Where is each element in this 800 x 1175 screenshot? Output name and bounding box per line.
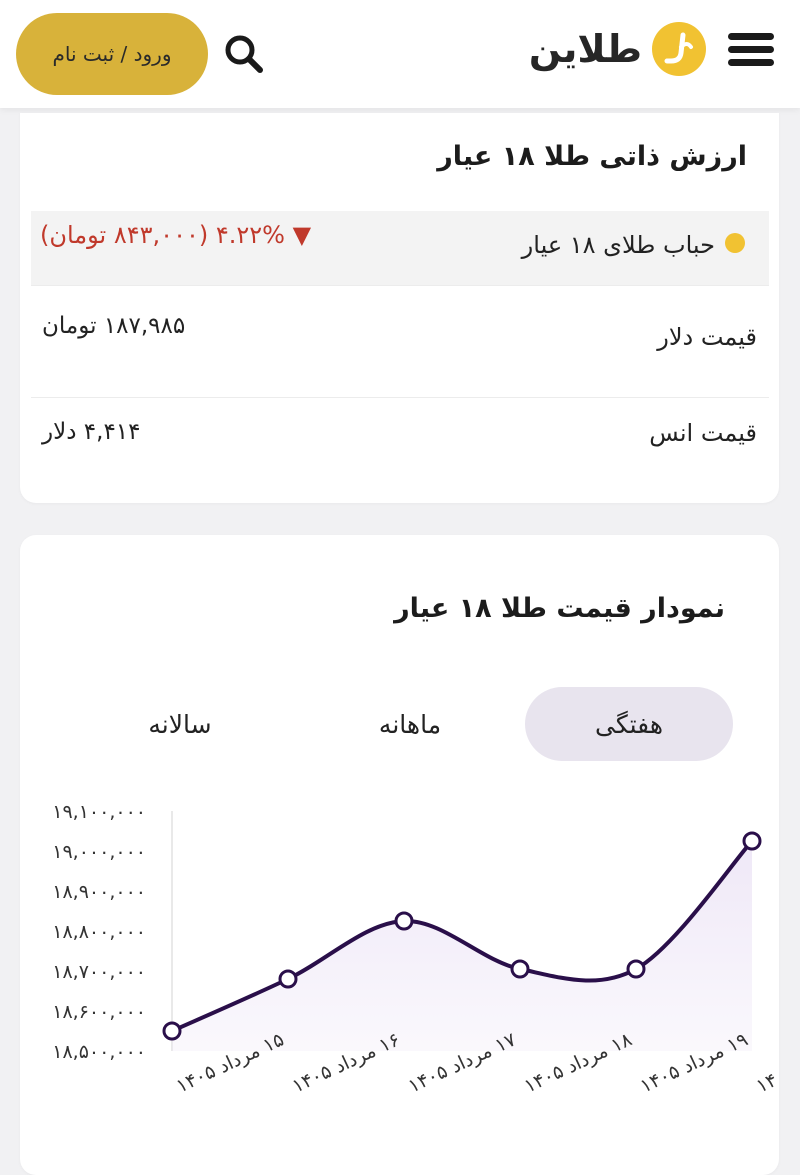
bubble-value: ▼ ۴.۲۲% (۸۴۳,۰۰۰ تومان) — [40, 221, 312, 249]
ounce-price-label: قیمت انس — [649, 419, 757, 447]
data-point[interactable] — [278, 969, 298, 989]
data-point[interactable] — [394, 911, 414, 931]
intrinsic-value-title: ارزش ذاتی طلا ۱۸ عیار — [437, 141, 747, 172]
hamburger-menu-icon[interactable] — [728, 33, 776, 67]
y-tick-label: ۱۸,۸۰۰,۰۰۰ — [52, 921, 146, 943]
y-tick-label: ۱۸,۷۰۰,۰۰۰ — [52, 961, 146, 983]
data-point[interactable] — [626, 959, 646, 979]
logo-glyph-icon — [664, 32, 693, 64]
data-point[interactable] — [510, 959, 530, 979]
ounce-price-value: ۴,۴۱۴ دلار — [42, 419, 141, 445]
logo-text[interactable]: طلاین — [512, 22, 643, 76]
data-point[interactable] — [162, 1021, 182, 1041]
price-chart: ۱۹,۱۰۰,۰۰۰ ۱۹,۰۰۰,۰۰۰ ۱۸,۹۰۰,۰۰۰ ۱۸,۸۰۰,۰۰۰… — [52, 801, 779, 1098]
app-header: طلاین ورود / ثبت نام — [0, 0, 800, 108]
y-tick-label: ۱۸,۶۰۰,۰۰۰ — [52, 1001, 146, 1023]
data-point[interactable] — [742, 831, 762, 851]
x-tick-label: ۲۰ مرداد ۱۴۰۵ — [753, 1028, 779, 1097]
price-chart-card: نمودار قیمت طلا ۱۸ عیار هفتگی ماهانه سال… — [20, 535, 779, 1175]
logo-icon[interactable] — [652, 22, 706, 76]
dollar-price-value: ۱۸۷,۹۸۵ تومان — [42, 313, 186, 339]
login-register-button[interactable]: ورود / ثبت نام — [16, 13, 208, 95]
divider — [31, 285, 769, 286]
y-tick-label: ۱۸,۵۰۰,۰۰۰ — [52, 1041, 146, 1063]
dollar-price-label: قیمت دلار — [657, 323, 757, 351]
y-tick-label: ۱۸,۹۰۰,۰۰۰ — [52, 881, 146, 903]
bubble-dot-icon — [725, 233, 745, 253]
y-tick-label: ۱۹,۰۰۰,۰۰۰ — [52, 841, 146, 863]
bubble-label: حباب طلای ۱۸ عیار — [521, 231, 715, 259]
intrinsic-value-card: ارزش ذاتی طلا ۱۸ عیار حباب طلای ۱۸ عیار … — [20, 113, 779, 503]
divider — [31, 397, 769, 398]
y-tick-label: ۱۹,۱۰۰,۰۰۰ — [52, 801, 146, 823]
search-icon[interactable] — [220, 30, 268, 78]
